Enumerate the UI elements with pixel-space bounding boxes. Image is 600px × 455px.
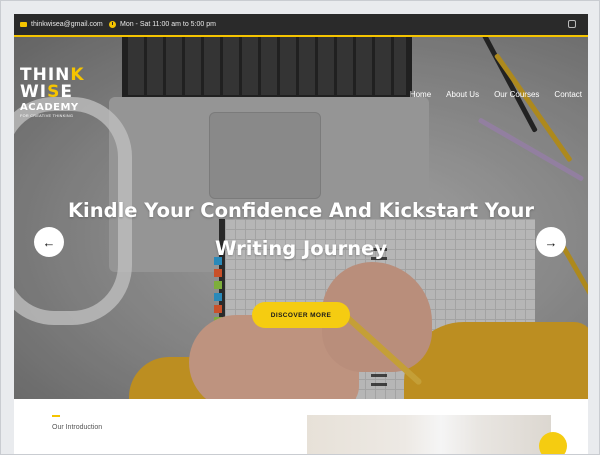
hero-headline-line-1: Kindle Your Confidence And Kickstart You… bbox=[67, 199, 535, 222]
clock-icon bbox=[109, 21, 116, 28]
section-label: Our Introduction bbox=[52, 424, 103, 431]
site-logo[interactable]: THINK WISE ACADEMY FOR CREATIVE THINKING bbox=[20, 67, 90, 119]
mail-icon bbox=[20, 22, 27, 27]
browser-frame: thinkwisea@gmail.com Mon - Sat 11:00 am … bbox=[0, 0, 600, 455]
nav-contact[interactable]: Contact bbox=[554, 90, 582, 99]
logo-tagline: FOR CREATIVE THINKING bbox=[20, 114, 74, 118]
opening-hours: Mon - Sat 11:00 am to 5:00 pm bbox=[109, 14, 216, 35]
contact-email[interactable]: thinkwisea@gmail.com bbox=[20, 14, 103, 35]
top-contact-bar: thinkwisea@gmail.com Mon - Sat 11:00 am … bbox=[14, 14, 588, 37]
webpage: thinkwisea@gmail.com Mon - Sat 11:00 am … bbox=[14, 14, 588, 454]
nav-about-us[interactable]: About Us bbox=[446, 90, 479, 99]
hero-headline: Kindle Your Confidence And Kickstart You… bbox=[54, 192, 548, 268]
opening-hours-text: Mon - Sat 11:00 am to 5:00 pm bbox=[120, 21, 216, 28]
contact-email-text: thinkwisea@gmail.com bbox=[31, 21, 103, 28]
logo-line-3: ACADEMY bbox=[20, 102, 79, 113]
slider-prev-button[interactable]: ← bbox=[34, 227, 64, 257]
nav-home[interactable]: Home bbox=[410, 90, 431, 99]
section-accent-line bbox=[52, 415, 60, 417]
arrow-right-icon: → bbox=[544, 234, 558, 250]
logo-line-2: WISE bbox=[20, 82, 73, 102]
nav-our-courses[interactable]: Our Courses bbox=[494, 90, 539, 99]
discover-more-button[interactable]: DISCOVER MORE bbox=[252, 302, 350, 328]
hero-headline-line-2: Writing Journey bbox=[214, 237, 388, 260]
slider-next-button[interactable]: → bbox=[536, 227, 566, 257]
main-nav: Home About Us Our Courses Contact bbox=[410, 90, 582, 99]
instagram-icon[interactable] bbox=[568, 20, 576, 28]
hero-slider: THINK WISE ACADEMY FOR CREATIVE THINKING… bbox=[14, 37, 588, 399]
intro-image bbox=[307, 415, 551, 454]
arrow-left-icon: ← bbox=[42, 234, 56, 250]
introduction-section: Our Introduction bbox=[14, 399, 588, 454]
decorative-circle bbox=[539, 432, 567, 454]
